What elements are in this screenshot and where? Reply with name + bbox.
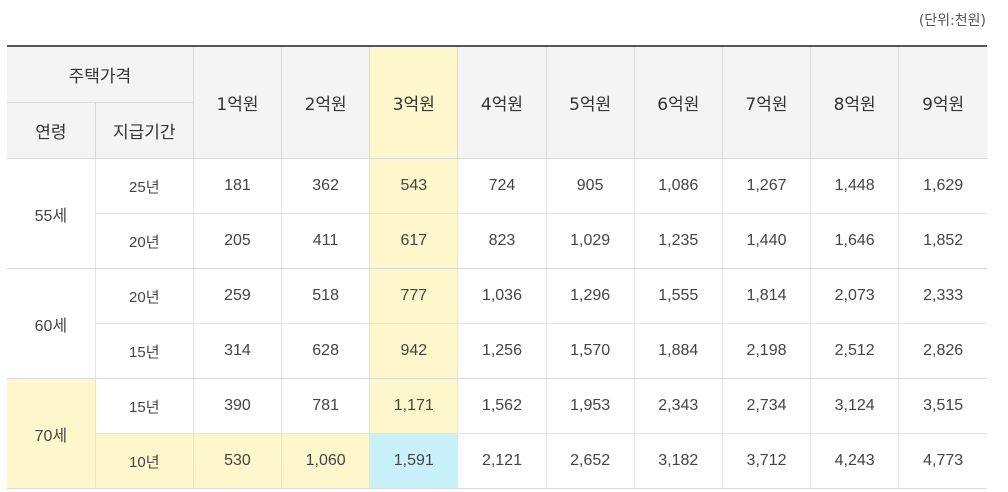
table-row: 55세 25년 181 362 543 724 905 1,086 1,267 … [7, 158, 987, 269]
value-cell: 1,440 [721, 213, 811, 269]
value-cell: 2,198 [721, 323, 811, 379]
value-cell: 2,734 [721, 378, 811, 434]
value-cell: 2,652 [545, 433, 635, 489]
header-price-9: 9억원 [898, 46, 987, 159]
unit-note: (단위:천원) [918, 13, 986, 29]
value-cell: 314 [192, 323, 282, 379]
period-cell: 20년 [94, 268, 194, 324]
value-cell: 724 [457, 158, 547, 214]
header-price-1: 1억원 [192, 46, 282, 159]
header-price-3: 3억원 [369, 46, 458, 159]
value-cell: 3,712 [721, 433, 811, 489]
value-cell: 777 [369, 268, 458, 324]
value-cell: 1,555 [633, 268, 723, 324]
value-cell: 823 [457, 213, 547, 269]
age-cell: 55세 [7, 158, 96, 269]
age-cell: 70세 [7, 378, 96, 489]
value-cell: 518 [281, 268, 370, 324]
value-cell: 1,629 [898, 158, 987, 214]
value-cell: 1,884 [633, 323, 723, 379]
value-cell: 543 [369, 158, 458, 214]
value-cell: 1,953 [545, 378, 635, 434]
value-cell: 781 [281, 378, 370, 434]
header-age: 연령 [7, 102, 96, 159]
age-cell: 60세 [7, 268, 96, 379]
pension-table: 주택가격 1억원 2억원 3억원 4억원 5억원 6억원 7억원 8억원 9억원… [7, 45, 987, 489]
header-price-5: 5억원 [545, 46, 635, 159]
header-price-6: 6억원 [633, 46, 723, 159]
header-house-price: 주택가격 [7, 46, 194, 103]
table-row: 60세 20년 259 518 777 1,036 1,296 1,555 1,… [7, 268, 987, 379]
value-cell: 181 [192, 158, 282, 214]
table-row: 10년 530 1,060 1,591 2,121 2,652 3,182 3,… [7, 433, 987, 489]
value-cell: 3,124 [810, 378, 899, 434]
value-cell: 1,171 [369, 378, 458, 434]
value-cell: 3,182 [633, 433, 723, 489]
period-cell: 10년 [94, 433, 194, 489]
value-cell: 1,256 [457, 323, 547, 379]
value-cell: 1,296 [545, 268, 635, 324]
value-cell: 2,512 [810, 323, 899, 379]
table-header: 주택가격 1억원 2억원 3억원 4억원 5억원 6억원 7억원 8억원 9억원… [7, 46, 987, 159]
value-cell: 4,773 [898, 433, 987, 489]
value-cell: 362 [281, 158, 370, 214]
value-cell: 411 [281, 213, 370, 269]
value-cell: 1,814 [721, 268, 811, 324]
value-cell: 390 [192, 378, 282, 434]
value-cell: 2,826 [898, 323, 987, 379]
value-cell: 1,029 [545, 213, 635, 269]
value-cell: 942 [369, 323, 458, 379]
value-cell: 530 [192, 433, 282, 489]
value-cell: 1,235 [633, 213, 723, 269]
value-cell: 2,343 [633, 378, 723, 434]
table-body: 55세 25년 181 362 543 724 905 1,086 1,267 … [7, 158, 987, 489]
value-cell: 1,852 [898, 213, 987, 269]
header-price-7: 7억원 [721, 46, 811, 159]
value-cell: 1,570 [545, 323, 635, 379]
value-cell: 905 [545, 158, 635, 214]
value-cell: 1,591 [369, 433, 458, 489]
value-cell: 1,267 [721, 158, 811, 214]
value-cell: 2,073 [810, 268, 899, 324]
period-cell: 15년 [94, 378, 194, 434]
table-row: 15년 314 628 942 1,256 1,570 1,884 2,198 … [7, 323, 987, 379]
header-price-2: 2억원 [281, 46, 370, 159]
value-cell: 1,060 [281, 433, 370, 489]
value-cell: 1,036 [457, 268, 547, 324]
period-cell: 25년 [94, 158, 194, 214]
header-price-4: 4억원 [457, 46, 547, 159]
value-cell: 3,515 [898, 378, 987, 434]
value-cell: 628 [281, 323, 370, 379]
value-cell: 1,086 [633, 158, 723, 214]
period-cell: 15년 [94, 323, 194, 379]
value-cell: 1,448 [810, 158, 899, 214]
table-row: 20년 205 411 617 823 1,029 1,235 1,440 1,… [7, 213, 987, 269]
value-cell: 2,121 [457, 433, 547, 489]
period-cell: 20년 [94, 213, 194, 269]
value-cell: 2,333 [898, 268, 987, 324]
table-row: 70세 15년 390 781 1,171 1,562 1,953 2,343 … [7, 378, 987, 489]
value-cell: 259 [192, 268, 282, 324]
value-cell: 4,243 [810, 433, 899, 489]
value-cell: 205 [192, 213, 282, 269]
header-payment-period: 지급기간 [94, 102, 194, 159]
value-cell: 1,646 [810, 213, 899, 269]
header-price-8: 8억원 [810, 46, 899, 159]
value-cell: 1,562 [457, 378, 547, 434]
value-cell: 617 [369, 213, 458, 269]
